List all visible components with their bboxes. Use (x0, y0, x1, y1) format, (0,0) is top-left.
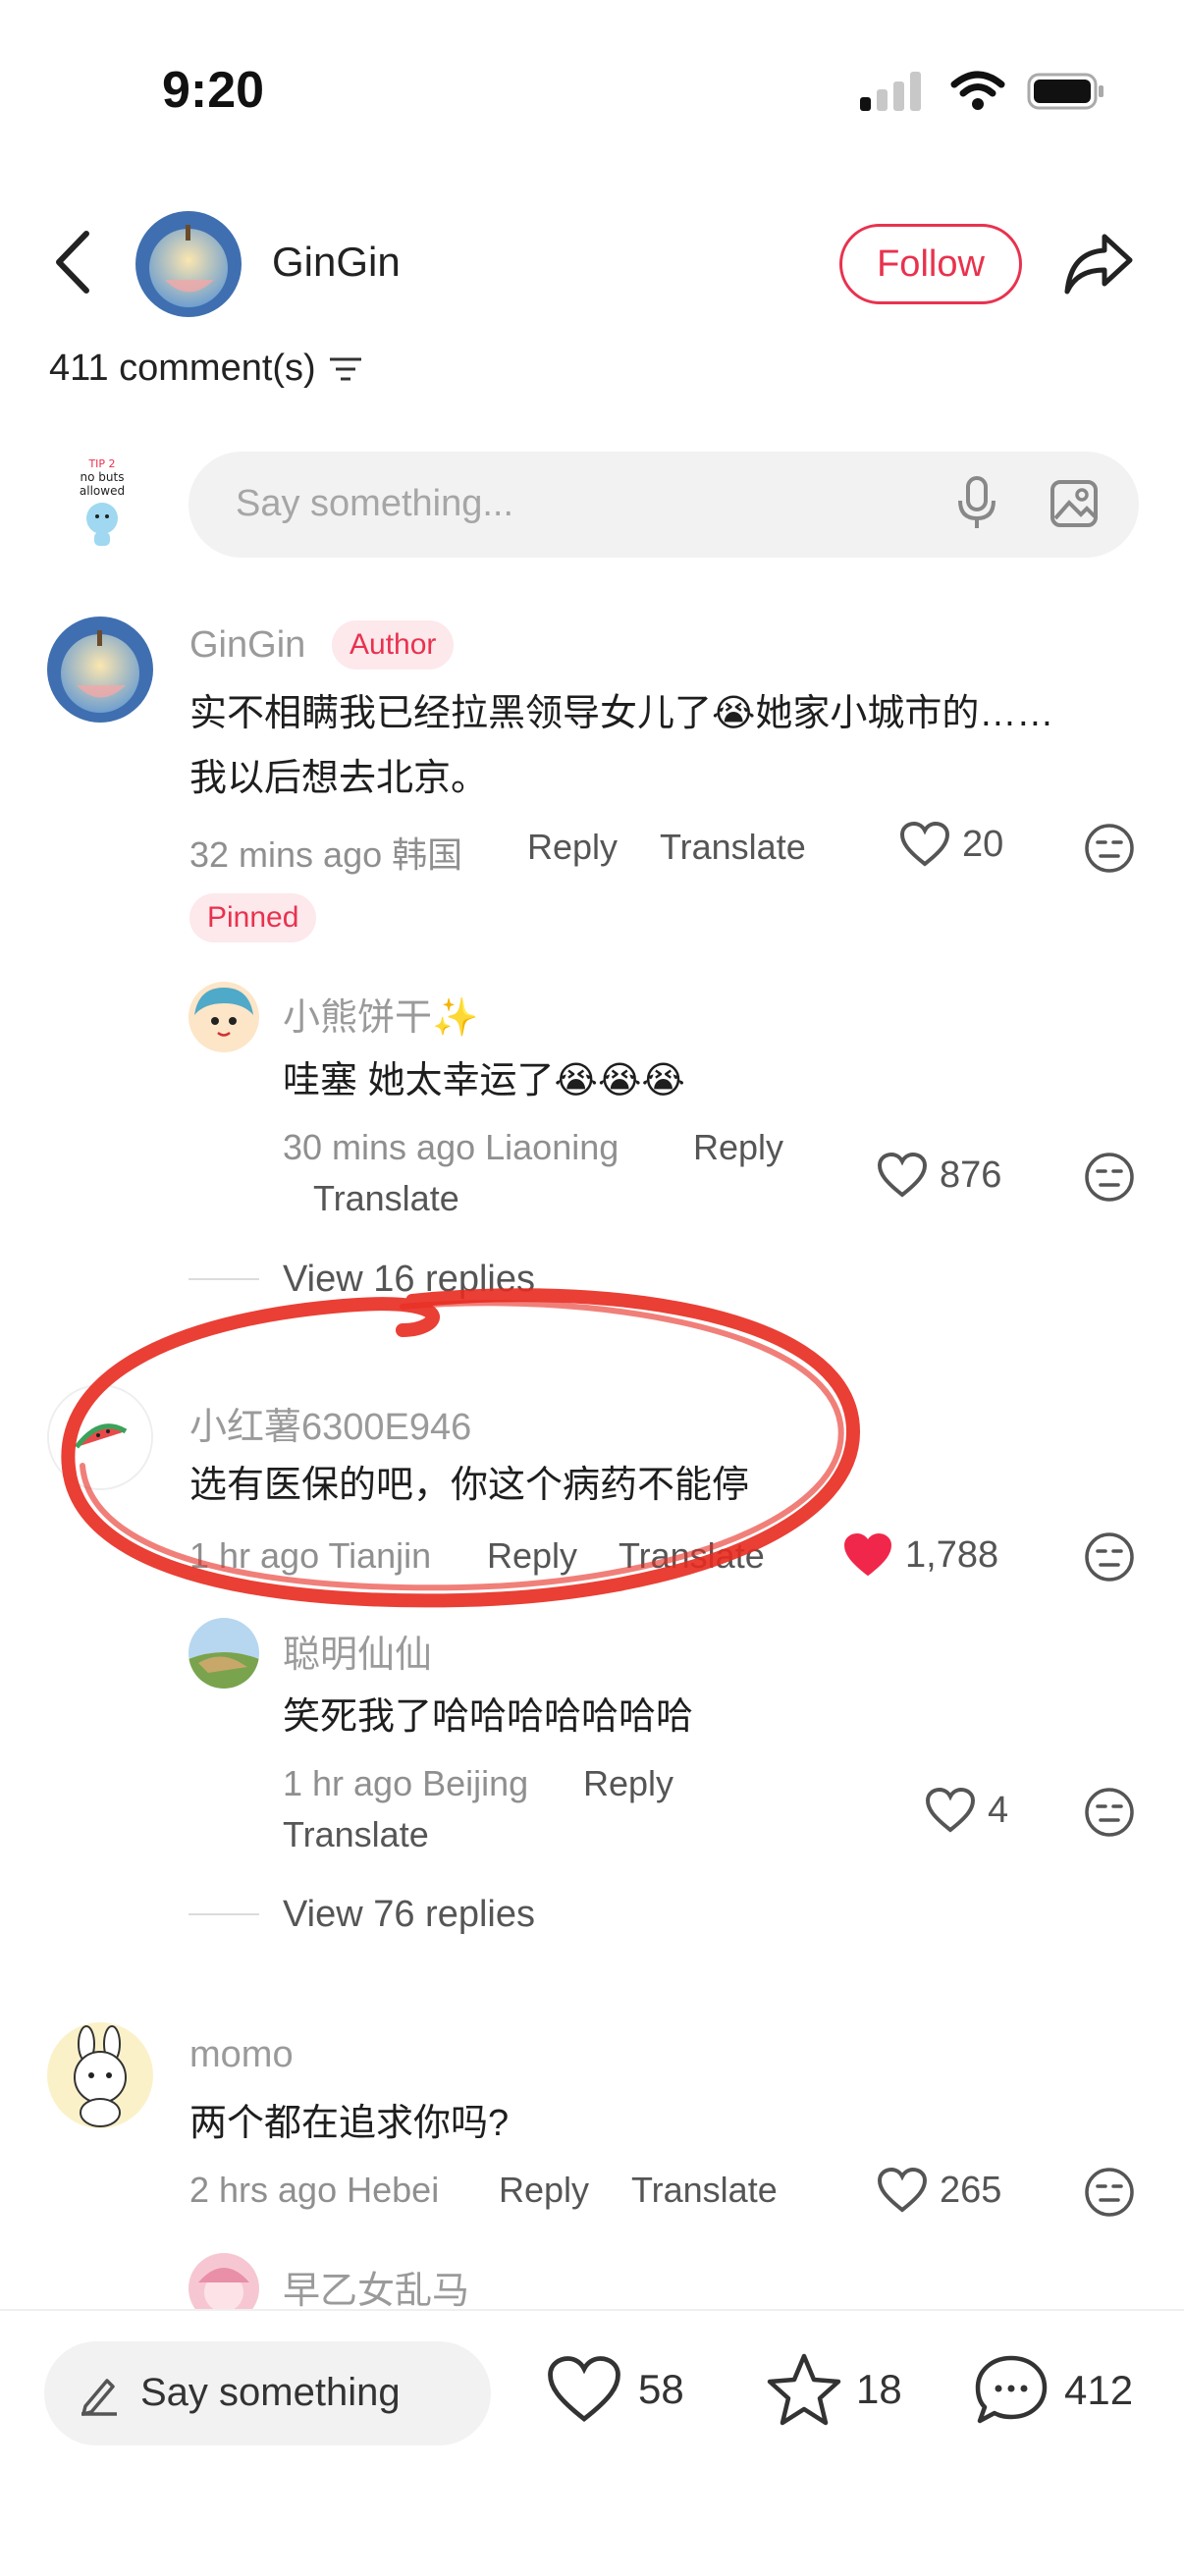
heart-icon (877, 2167, 928, 2213)
reply-button[interactable]: Reply (527, 827, 618, 868)
like-count: 265 (940, 2169, 1002, 2211)
comment-text-line: 实不相瞒我已经拉黑领导女儿了😭她家小城市的…… (189, 693, 1054, 734)
reply-timestamp: 1 hr ago Beijing (283, 1763, 528, 1804)
comment-time: 32 mins ago (189, 834, 383, 875)
like-count: 4 (988, 1789, 1009, 1831)
share-button[interactable] (1063, 231, 1134, 295)
reply-avatar[interactable] (188, 982, 259, 1052)
reply-button[interactable]: Reply (499, 2170, 589, 2211)
image-icon[interactable] (1049, 479, 1099, 528)
comment-timestamp: 32 mins ago 韩国 (189, 827, 462, 878)
highlight-circle (61, 1288, 861, 1608)
dislike-face-icon[interactable] (1084, 823, 1135, 874)
like-button[interactable]: 876 (877, 1152, 1001, 1199)
translate-button[interactable]: Translate (660, 827, 806, 868)
divider (188, 1913, 259, 1915)
comment-bubble-icon (975, 2355, 1048, 2424)
heart-icon (877, 1152, 928, 1198)
author-badge: Author (332, 620, 455, 670)
reply-username[interactable]: 聪明仙仙 (283, 1624, 432, 1678)
post-like-count: 58 (638, 2366, 684, 2412)
page-avatar[interactable] (135, 211, 242, 317)
status-time: 9:20 (162, 62, 265, 119)
back-icon (56, 231, 89, 294)
comment-time: 2 hrs ago (189, 2170, 338, 2210)
heart-icon (899, 821, 950, 867)
reply-button[interactable]: Reply (583, 1763, 673, 1804)
comments-button[interactable]: 412 (972, 2352, 1133, 2429)
dislike-face-icon[interactable] (1084, 1531, 1135, 1583)
like-button[interactable]: 265 (877, 2167, 1001, 2214)
comment-username[interactable]: GinGin (189, 624, 305, 667)
svg-text:TIP 2: TIP 2 (87, 457, 115, 470)
translate-button[interactable]: Translate (283, 1814, 429, 1855)
star-icon (767, 2353, 841, 2426)
reply-avatar[interactable] (188, 1618, 259, 1689)
reply-username[interactable]: 早乙女乱马 (283, 2260, 469, 2314)
svg-text:no buts: no buts (81, 470, 125, 484)
comments-count: 412 (1064, 2367, 1134, 2413)
svg-text:allowed: allowed (80, 484, 125, 498)
heart-icon (548, 2356, 620, 2423)
view-replies-button[interactable]: View 76 replies (283, 1894, 535, 1936)
mic-icon[interactable] (957, 475, 996, 532)
reply-button[interactable]: Reply (693, 1127, 783, 1168)
comment-avatar[interactable] (47, 617, 153, 723)
status-icons (860, 71, 1105, 112)
comment-location: 韩国 (392, 834, 463, 875)
like-count: 1,788 (905, 1533, 999, 1576)
dislike-face-icon[interactable] (1084, 1787, 1135, 1838)
comment-input[interactable]: Say something... (188, 452, 1139, 558)
pinned-badge: Pinned (189, 893, 317, 942)
reply-text: 哇塞 她太幸运了😭😭😭 (283, 1060, 685, 1101)
like-button[interactable]: 20 (899, 821, 1003, 868)
dislike-face-icon[interactable] (1084, 2167, 1135, 2218)
page-username[interactable]: GinGin (272, 239, 401, 286)
bottom-input-placeholder: Say something (140, 2371, 401, 2414)
my-avatar: TIP 2 no buts allowed (57, 454, 147, 552)
comment-count[interactable]: 411 comment(s) (49, 348, 363, 390)
follow-button[interactable]: Follow (839, 224, 1022, 304)
comment-text: 实不相瞒我已经拉黑领导女儿了😭她家小城市的…… 我以后想去北京。 (189, 681, 1132, 811)
like-count: 876 (940, 1154, 1002, 1196)
translate-button[interactable]: Translate (631, 2170, 778, 2211)
comment-text: 两个都在追求你吗? (189, 2103, 510, 2144)
heart-icon (925, 1787, 976, 1833)
comment-count-label: 411 comment(s) (49, 348, 316, 389)
post-like-button[interactable]: 58 (546, 2354, 684, 2425)
translate-button[interactable]: Translate (313, 1178, 459, 1219)
collect-button[interactable]: 18 (766, 2352, 902, 2427)
signal-icon (860, 72, 921, 111)
reply-time: 1 hr ago (283, 1763, 413, 1803)
reply-location: Liaoning (485, 1127, 619, 1167)
reply-time: 30 mins ago (283, 1127, 476, 1167)
reply-timestamp: 30 mins ago Liaoning (283, 1127, 619, 1168)
dislike-face-icon[interactable] (1084, 1152, 1135, 1203)
comment-avatar[interactable] (47, 2022, 153, 2128)
comment-location: Hebei (347, 2170, 440, 2210)
reply-location: Beijing (422, 1763, 529, 1803)
share-icon (1064, 234, 1133, 295)
wifi-icon (950, 71, 1005, 110)
comment-username[interactable]: momo (189, 2034, 294, 2076)
back-button[interactable] (49, 228, 98, 296)
battery-icon (1027, 73, 1103, 110)
pencil-icon (81, 2379, 117, 2416)
comment-timestamp: 2 hrs ago Hebei (189, 2170, 439, 2211)
comment-text-line: 我以后想去北京。 (189, 758, 489, 799)
bottom-comment-input[interactable]: Say something (44, 2341, 491, 2445)
reply-text: 笑死我了哈哈哈哈哈哈哈 (283, 1696, 694, 1738)
comment-input-placeholder: Say something... (236, 483, 514, 524)
like-button[interactable]: 4 (925, 1787, 1008, 1834)
collect-count: 18 (856, 2366, 902, 2412)
reply-username[interactable]: 小熊饼干✨ (283, 987, 478, 1041)
sort-icon (329, 357, 361, 380)
like-count: 20 (962, 823, 1004, 865)
